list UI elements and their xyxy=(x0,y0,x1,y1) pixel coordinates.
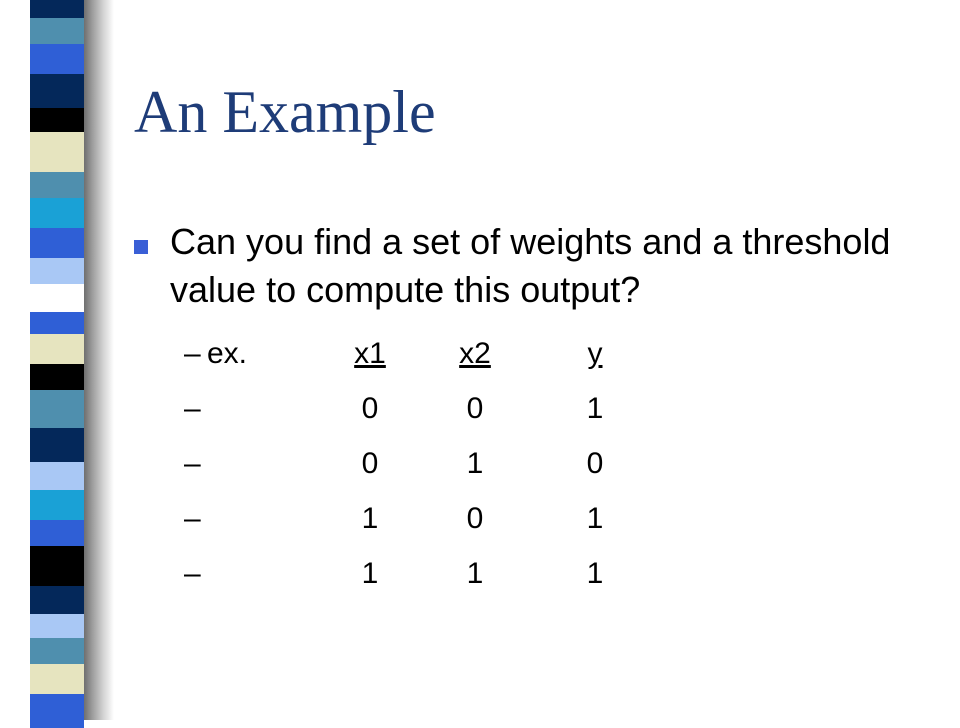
table-cell: 0 xyxy=(586,447,604,480)
stripe-segment xyxy=(30,546,84,586)
square-bullet-icon xyxy=(134,240,148,254)
stripe-segment xyxy=(30,44,84,74)
table-cell: 1 xyxy=(586,502,604,535)
stripe-segment xyxy=(30,132,84,172)
stripe-segment xyxy=(30,172,84,198)
dash-marker: – xyxy=(184,447,201,480)
table-cell: 0 xyxy=(361,447,379,480)
stripe-segment xyxy=(30,694,84,728)
slide-title: An Example xyxy=(134,79,436,145)
table-header: y xyxy=(587,337,603,370)
table-cell: 0 xyxy=(466,502,484,535)
stripe-segment xyxy=(30,664,84,694)
dash-marker: – xyxy=(184,557,201,590)
stripe-segment xyxy=(30,638,84,664)
bullet-text: Can you find a set of weights and a thre… xyxy=(170,221,891,310)
example-label: ex. xyxy=(207,337,248,370)
table-header: x1 xyxy=(354,337,386,370)
table-cell: 0 xyxy=(466,392,484,425)
stripe-segment xyxy=(30,390,84,428)
stripe-segment xyxy=(30,428,84,462)
dash-marker: – xyxy=(184,392,201,425)
dash-marker: – xyxy=(184,337,201,370)
table-cell: 0 xyxy=(361,392,379,425)
table-cell: 1 xyxy=(466,447,484,480)
table-cell: 1 xyxy=(466,557,484,590)
stripe-segment xyxy=(30,18,84,44)
stripe-segment xyxy=(30,312,84,334)
stripe-segment xyxy=(30,520,84,546)
stripe-segment xyxy=(30,586,84,614)
stripe-segment xyxy=(30,74,84,108)
stripe-segment xyxy=(30,364,84,390)
table-header: x2 xyxy=(459,337,491,370)
table-cell: 1 xyxy=(361,502,379,535)
stripe-segment xyxy=(30,0,84,18)
stripe-segment xyxy=(30,108,84,132)
stripe-segment xyxy=(30,284,84,312)
table-cell: 1 xyxy=(586,557,604,590)
dash-marker: – xyxy=(184,502,201,535)
stripe-segment xyxy=(30,614,84,638)
stripe-segment xyxy=(30,334,84,364)
stripe-segment xyxy=(30,198,84,228)
stripe-segment xyxy=(30,490,84,520)
decorative-stripe xyxy=(0,0,120,728)
stripe-shadow xyxy=(84,0,114,720)
table-cell: 1 xyxy=(361,557,379,590)
stripe-segment xyxy=(30,258,84,284)
table-cell: 1 xyxy=(586,392,604,425)
stripe-segment xyxy=(30,228,84,258)
stripe-segment xyxy=(30,462,84,490)
